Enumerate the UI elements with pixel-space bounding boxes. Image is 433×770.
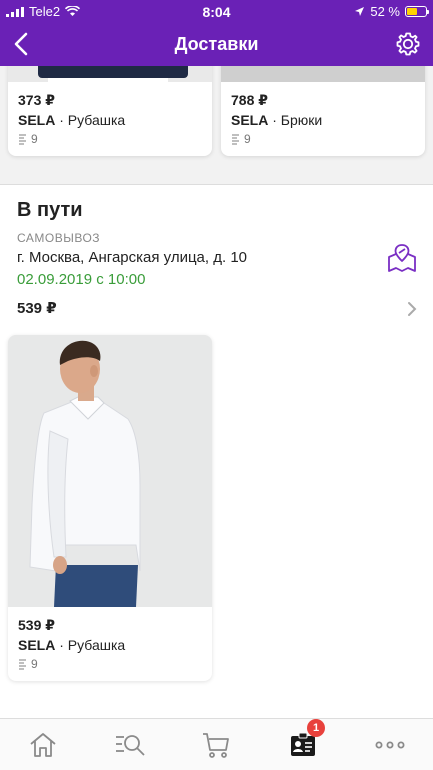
location-arrow-icon (355, 7, 365, 16)
product-title: SELA · Рубашка (18, 637, 202, 653)
product-size-value: 9 (31, 657, 38, 671)
deliveries-list[interactable]: 373 ₽ SELA · Рубашка 9 788 ₽ SELA · Брюк… (0, 66, 433, 718)
product-image (8, 335, 212, 607)
product-brand: SELA (231, 112, 269, 128)
delivery-status: В пути (17, 199, 83, 221)
status-bar: Tele2 8:04 52 % (0, 0, 433, 22)
product-size-value: 9 (31, 132, 38, 146)
orders-badge: 1 (307, 718, 326, 737)
product-price: 373 ₽ (18, 92, 55, 108)
nav-bar: Доставки (0, 22, 433, 66)
product-name: · Рубашка (59, 112, 126, 128)
product-name: · Рубашка (59, 637, 126, 653)
map-location-icon[interactable] (387, 243, 417, 273)
product-price: 539 ₽ (18, 617, 55, 633)
tab-cart[interactable] (196, 725, 236, 765)
product-size: 9 (18, 657, 202, 671)
product-card[interactable]: 539 ₽ SELA · Рубашка 9 (8, 335, 212, 681)
product-size-value: 9 (244, 132, 251, 146)
delivery-section: В пути САМОВЫВОЗ г. Москва, Ангарская ул… (0, 184, 433, 718)
size-icon (19, 658, 26, 670)
product-price: 788 ₽ (231, 92, 268, 108)
size-icon (232, 133, 239, 145)
delivery-type: САМОВЫВОЗ (17, 231, 101, 245)
delivery-datetime: 02.09.2019 с 10:00 (17, 271, 146, 288)
page-title: Доставки (174, 34, 259, 54)
tab-orders[interactable]: 1 (283, 718, 326, 765)
product-size: 9 (18, 132, 202, 146)
tab-home[interactable] (23, 725, 63, 765)
tab-search[interactable] (110, 725, 150, 765)
product-card[interactable]: 373 ₽ SELA · Рубашка 9 (8, 66, 212, 156)
chevron-right-icon[interactable] (407, 301, 417, 317)
product-image (8, 66, 212, 82)
product-title: SELA · Рубашка (18, 112, 202, 128)
product-brand: SELA (18, 637, 56, 653)
product-image (221, 66, 425, 82)
product-title: SELA · Брюки (231, 112, 415, 128)
product-brand: SELA (18, 112, 56, 128)
tab-bar: 1 (0, 718, 433, 770)
search-icon (115, 734, 145, 756)
more-icon (375, 741, 405, 748)
delivery-total: 539 ₽ (17, 300, 57, 317)
delivery-address: г. Москва, Ангарская улица, д. 10 (17, 249, 248, 266)
product-size: 9 (231, 132, 415, 146)
product-name: · Брюки (272, 112, 323, 128)
size-icon (19, 133, 26, 145)
home-icon (30, 732, 56, 757)
cart-icon (203, 732, 230, 758)
tab-more[interactable] (370, 725, 410, 765)
battery-percent: 52 % (370, 4, 400, 19)
gear-icon[interactable] (395, 31, 421, 57)
boy-shirt-photo (8, 335, 212, 607)
product-card[interactable]: 788 ₽ SELA · Брюки 9 (221, 66, 425, 156)
battery-icon (405, 6, 429, 17)
